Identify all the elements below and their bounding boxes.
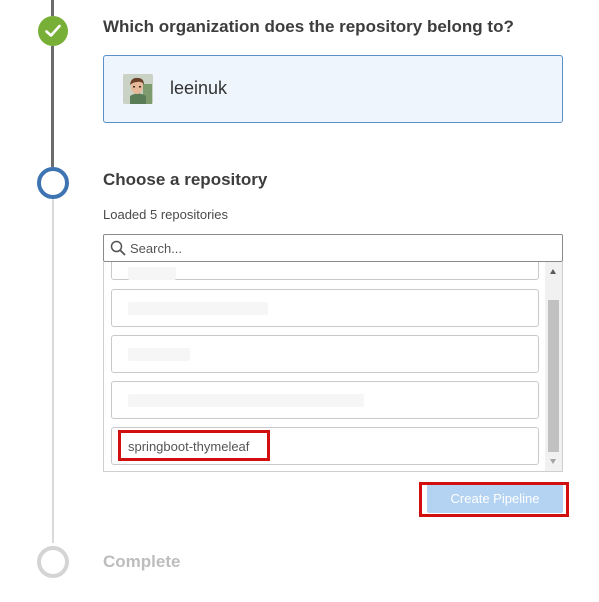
step-rail-top: [51, 0, 54, 16]
user-avatar: [123, 74, 153, 104]
repository-search-field[interactable]: [103, 234, 563, 262]
repository-item[interactable]: [111, 335, 539, 373]
step-rail-pending: [52, 198, 54, 543]
organization-card[interactable]: leeinuk: [103, 55, 563, 123]
scroll-down-arrow-icon[interactable]: [545, 456, 562, 468]
repository-item[interactable]: [111, 262, 539, 280]
repository-item[interactable]: [111, 289, 539, 327]
selected-repository-highlight: [118, 430, 270, 461]
step-title-repository: Choose a repository: [103, 170, 268, 189]
step-title-complete: Complete: [103, 552, 181, 571]
scroll-thumb[interactable]: [548, 300, 559, 452]
scroll-up-arrow-icon[interactable]: [545, 266, 562, 278]
repository-item[interactable]: [111, 381, 539, 419]
repository-count-text: Loaded 5 repositories: [103, 207, 229, 222]
step-active-indicator: [37, 167, 69, 199]
create-pipeline-highlight: [419, 482, 569, 517]
step-title-organization: Which organization does the repository b…: [103, 17, 514, 36]
repository-list-scrollbar[interactable]: [545, 262, 562, 471]
step-pending-indicator: [37, 546, 69, 578]
step-completed-indicator: [38, 16, 68, 46]
repository-search-input[interactable]: [130, 238, 550, 258]
search-icon: [110, 240, 126, 256]
organization-name: leeinuk: [170, 78, 228, 98]
step-rail-completed: [51, 46, 54, 167]
checkmark-icon: [45, 24, 61, 37]
